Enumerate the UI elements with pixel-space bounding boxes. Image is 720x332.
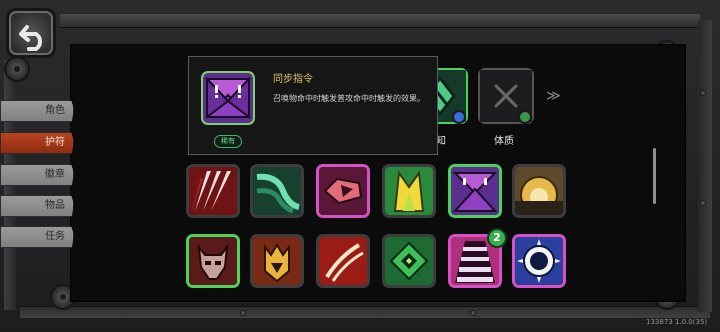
amulet-tile-pink-burst[interactable] bbox=[316, 164, 370, 218]
green-dash-icon bbox=[253, 167, 301, 215]
amulet-tile-diamond-rune[interactable] bbox=[382, 234, 436, 288]
next-arrow-icon[interactable]: ≫ bbox=[546, 88, 561, 104]
demon-skull-icon bbox=[189, 237, 237, 285]
tab-amulet[interactable]: 护符 bbox=[0, 132, 74, 154]
tab-badge[interactable]: 徽章 bbox=[0, 164, 74, 186]
frame-rivet bbox=[700, 90, 706, 96]
spiked-orb-icon bbox=[515, 237, 563, 285]
blue-gem-icon bbox=[452, 110, 466, 124]
golden-sun-icon bbox=[515, 167, 563, 215]
purple-alert-triangles-icon bbox=[201, 71, 255, 125]
amulet-tooltip: 同步指令 召唤物命中时触发普攻命中时触发的效果。 稀有 bbox=[188, 56, 438, 155]
rarity-badge: 稀有 bbox=[214, 135, 242, 148]
pink-burst-fist-icon bbox=[319, 167, 367, 215]
tab-items[interactable]: 物品 bbox=[0, 195, 74, 217]
frame-rail-top bbox=[60, 14, 700, 28]
frame-rivet bbox=[240, 310, 246, 316]
amulet-tile-crown-helm[interactable] bbox=[250, 234, 304, 288]
yellow-arrows-icon bbox=[385, 167, 433, 215]
amulet-label-constitution: 体质 bbox=[494, 136, 514, 147]
frame-rivet bbox=[470, 310, 476, 316]
red-claw-slash-icon bbox=[189, 167, 237, 215]
amulet-tile-red-claw[interactable] bbox=[186, 164, 240, 218]
tooltip-title: 同步指令 bbox=[273, 74, 313, 85]
frame-rail-right bbox=[698, 20, 712, 312]
back-button[interactable] bbox=[6, 8, 56, 58]
purple-alert-triangles-icon bbox=[451, 167, 499, 215]
amulet-tile-red-scratch[interactable] bbox=[316, 234, 370, 288]
amulet-tile-green-dash[interactable] bbox=[250, 164, 304, 218]
scrollbar[interactable] bbox=[653, 148, 656, 204]
green-diamond-rune-icon bbox=[385, 237, 433, 285]
amulet-tile-spiked-orb[interactable] bbox=[512, 234, 566, 288]
version-label: 133873 1.0.0(35) bbox=[646, 318, 708, 326]
amulet-count-badge: 2 bbox=[487, 228, 507, 248]
amulet-tile-yellow-arrows[interactable] bbox=[382, 164, 436, 218]
frame-rivet bbox=[700, 200, 706, 206]
back-arrow-icon bbox=[19, 25, 43, 51]
frame-rail-bottom bbox=[20, 306, 710, 318]
tab-quests[interactable]: 任务 bbox=[0, 226, 74, 248]
red-scratch-icon bbox=[319, 237, 367, 285]
amulet-tile-demon-skull[interactable] bbox=[186, 234, 240, 288]
amulet-tile-alert-triangles[interactable] bbox=[448, 164, 502, 218]
tooltip-description: 召唤物命中时触发普攻命中时触发的效果。 bbox=[273, 94, 425, 103]
tab-character[interactable]: 角色 bbox=[0, 100, 74, 122]
golden-crown-helm-icon bbox=[253, 237, 301, 285]
green-shield-icon bbox=[518, 110, 532, 124]
amulet-tile-golden-sun[interactable] bbox=[512, 164, 566, 218]
frame-corner-bolt bbox=[4, 56, 30, 82]
